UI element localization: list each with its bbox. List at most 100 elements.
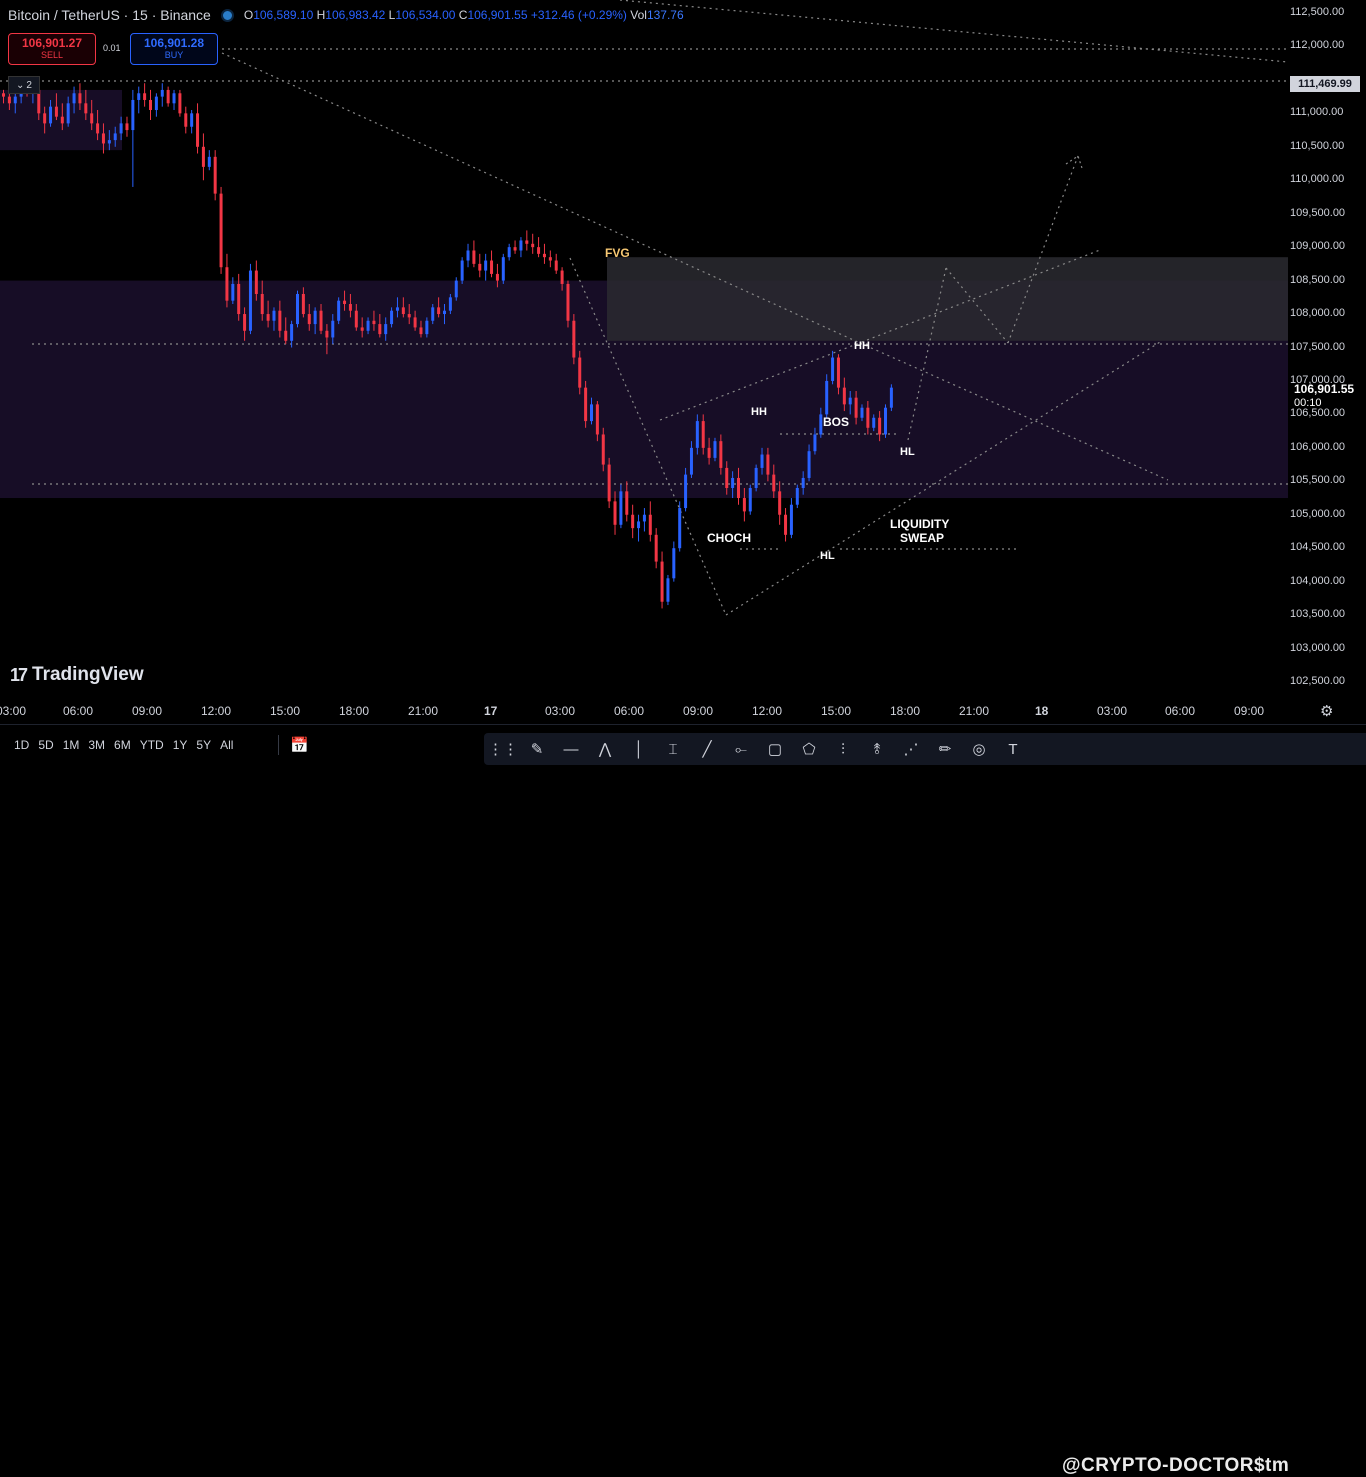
range-1m[interactable]: 1M [63,738,80,752]
pattern-icon[interactable]: ⋀ [594,738,616,760]
price-tick-label: 111,000.00 [1290,106,1344,119]
projection-arrow-icon [1065,155,1083,169]
drag-handle-icon[interactable]: ⋮⋮ [488,738,518,760]
candle-body [889,387,893,408]
candle-body [96,123,100,134]
candle-body [860,407,864,418]
text-cursor-icon[interactable]: ⌶ [662,738,684,760]
fib-icon[interactable]: ⫶ [832,738,854,760]
candle-body [219,193,223,268]
ray-icon[interactable]: ⟜ [730,738,752,760]
layers-toggle[interactable]: ⌄ 2 [8,76,40,94]
range-6m[interactable]: 6M [114,738,131,752]
candle-body [501,257,505,281]
time-tick-label: 18:00 [890,704,921,718]
candle-body [307,314,311,325]
candle-body [160,89,164,97]
range-3m[interactable]: 3M [88,738,105,752]
candle-body [125,123,129,131]
candle-body [366,320,370,331]
annotation-sweap: SWEAP [900,531,945,545]
time-tick-label: 17 [484,704,498,718]
horizontal-line-icon[interactable]: — [560,738,582,760]
candle-body [695,421,699,448]
range-5y[interactable]: 5Y [196,738,211,752]
range-1d[interactable]: 1D [14,738,29,752]
time-tick-label: 06:00 [1165,704,1196,718]
price-tick-label: 112,000.00 [1290,39,1345,52]
circle-icon[interactable]: ◎ [968,738,990,760]
candle-body [460,260,464,281]
price-tick-label: 105,500.00 [1290,474,1346,487]
candle-body [72,93,76,104]
candle-body [666,578,670,602]
candle-body [407,314,411,318]
candle-body [689,447,693,475]
candle-body [866,407,870,428]
text-icon[interactable]: T [1002,738,1024,760]
candle-body [707,447,711,458]
gear-icon[interactable]: ⚙ [1320,702,1333,720]
price-tick-label: 102,500.00 [1290,675,1346,687]
price-tick-label: 105,000.00 [1290,507,1346,520]
time-tick-label: 21:00 [959,704,990,718]
calendar-icon[interactable]: 📅 [290,736,309,754]
price-chart[interactable] [0,0,1288,700]
candle-body [154,96,158,111]
symbol-title[interactable]: Bitcoin / TetherUS · 15 · Binance [8,7,211,23]
candle-body [648,514,652,535]
time-tick-label: 12:00 [752,704,783,718]
annotation-hl-2: HL [900,446,915,458]
candle-body [401,307,405,315]
candle-body [795,487,799,505]
trend-line-icon[interactable]: ╱ [696,738,718,760]
candle-body [390,310,394,325]
candle-body [872,417,876,428]
candle-body [196,113,200,147]
rectangle-icon[interactable]: ▢ [764,738,786,760]
candle-body [554,260,558,271]
zigzag-icon[interactable]: ⋰ [900,738,922,760]
pencil-icon[interactable]: ✏ [934,738,956,760]
candle-body [431,307,435,321]
candle-body [525,240,529,244]
path-icon[interactable]: ⥉ [866,738,888,760]
candle-body [831,357,835,381]
candle-body [384,324,388,335]
range-all[interactable]: All [220,738,233,752]
candle-body [43,113,47,124]
candle-body [107,140,111,144]
price-tick-label: 110,500.00 [1290,139,1345,152]
candle-body [178,93,182,114]
price-tick-label: 109,000.00 [1290,240,1346,253]
vertical-line-icon[interactable]: │ [628,738,650,760]
polygon-icon[interactable]: ⬠ [798,738,820,760]
candle-body [584,387,588,422]
candle-body [66,103,70,124]
spread-value: 0.01 [103,43,121,53]
candle-body [119,123,123,134]
buy-button[interactable]: 106,901.28 BUY [130,33,218,65]
time-tick-label: 06:00 [614,704,645,718]
tradingview-logo[interactable]: 17 TradingView [10,664,144,686]
brush-icon[interactable]: ✎ [526,738,548,760]
range-ytd[interactable]: YTD [140,738,164,752]
candle-body [619,491,623,525]
tradingview-logo-text: TradingView [32,664,144,685]
candle-body [284,330,288,341]
candle-body [490,260,494,274]
range-1y[interactable]: 1Y [173,738,188,752]
current-price-label: 106,901.55 00:10 [1294,382,1354,410]
buy-price: 106,901.28 [143,36,205,50]
price-tick-label: 104,000.00 [1290,574,1346,587]
candle-body [507,247,511,258]
current-price-value: 106,901.55 [1294,382,1355,396]
candle-body [495,273,499,281]
tradingview-logo-icon: 17 [10,664,28,685]
candle-body [101,133,105,144]
candle-body [190,113,194,127]
candle-body [272,310,276,321]
sell-button[interactable]: 106,901.27 SELL [8,33,96,65]
candle-body [372,320,376,325]
range-5d[interactable]: 5D [38,738,53,752]
